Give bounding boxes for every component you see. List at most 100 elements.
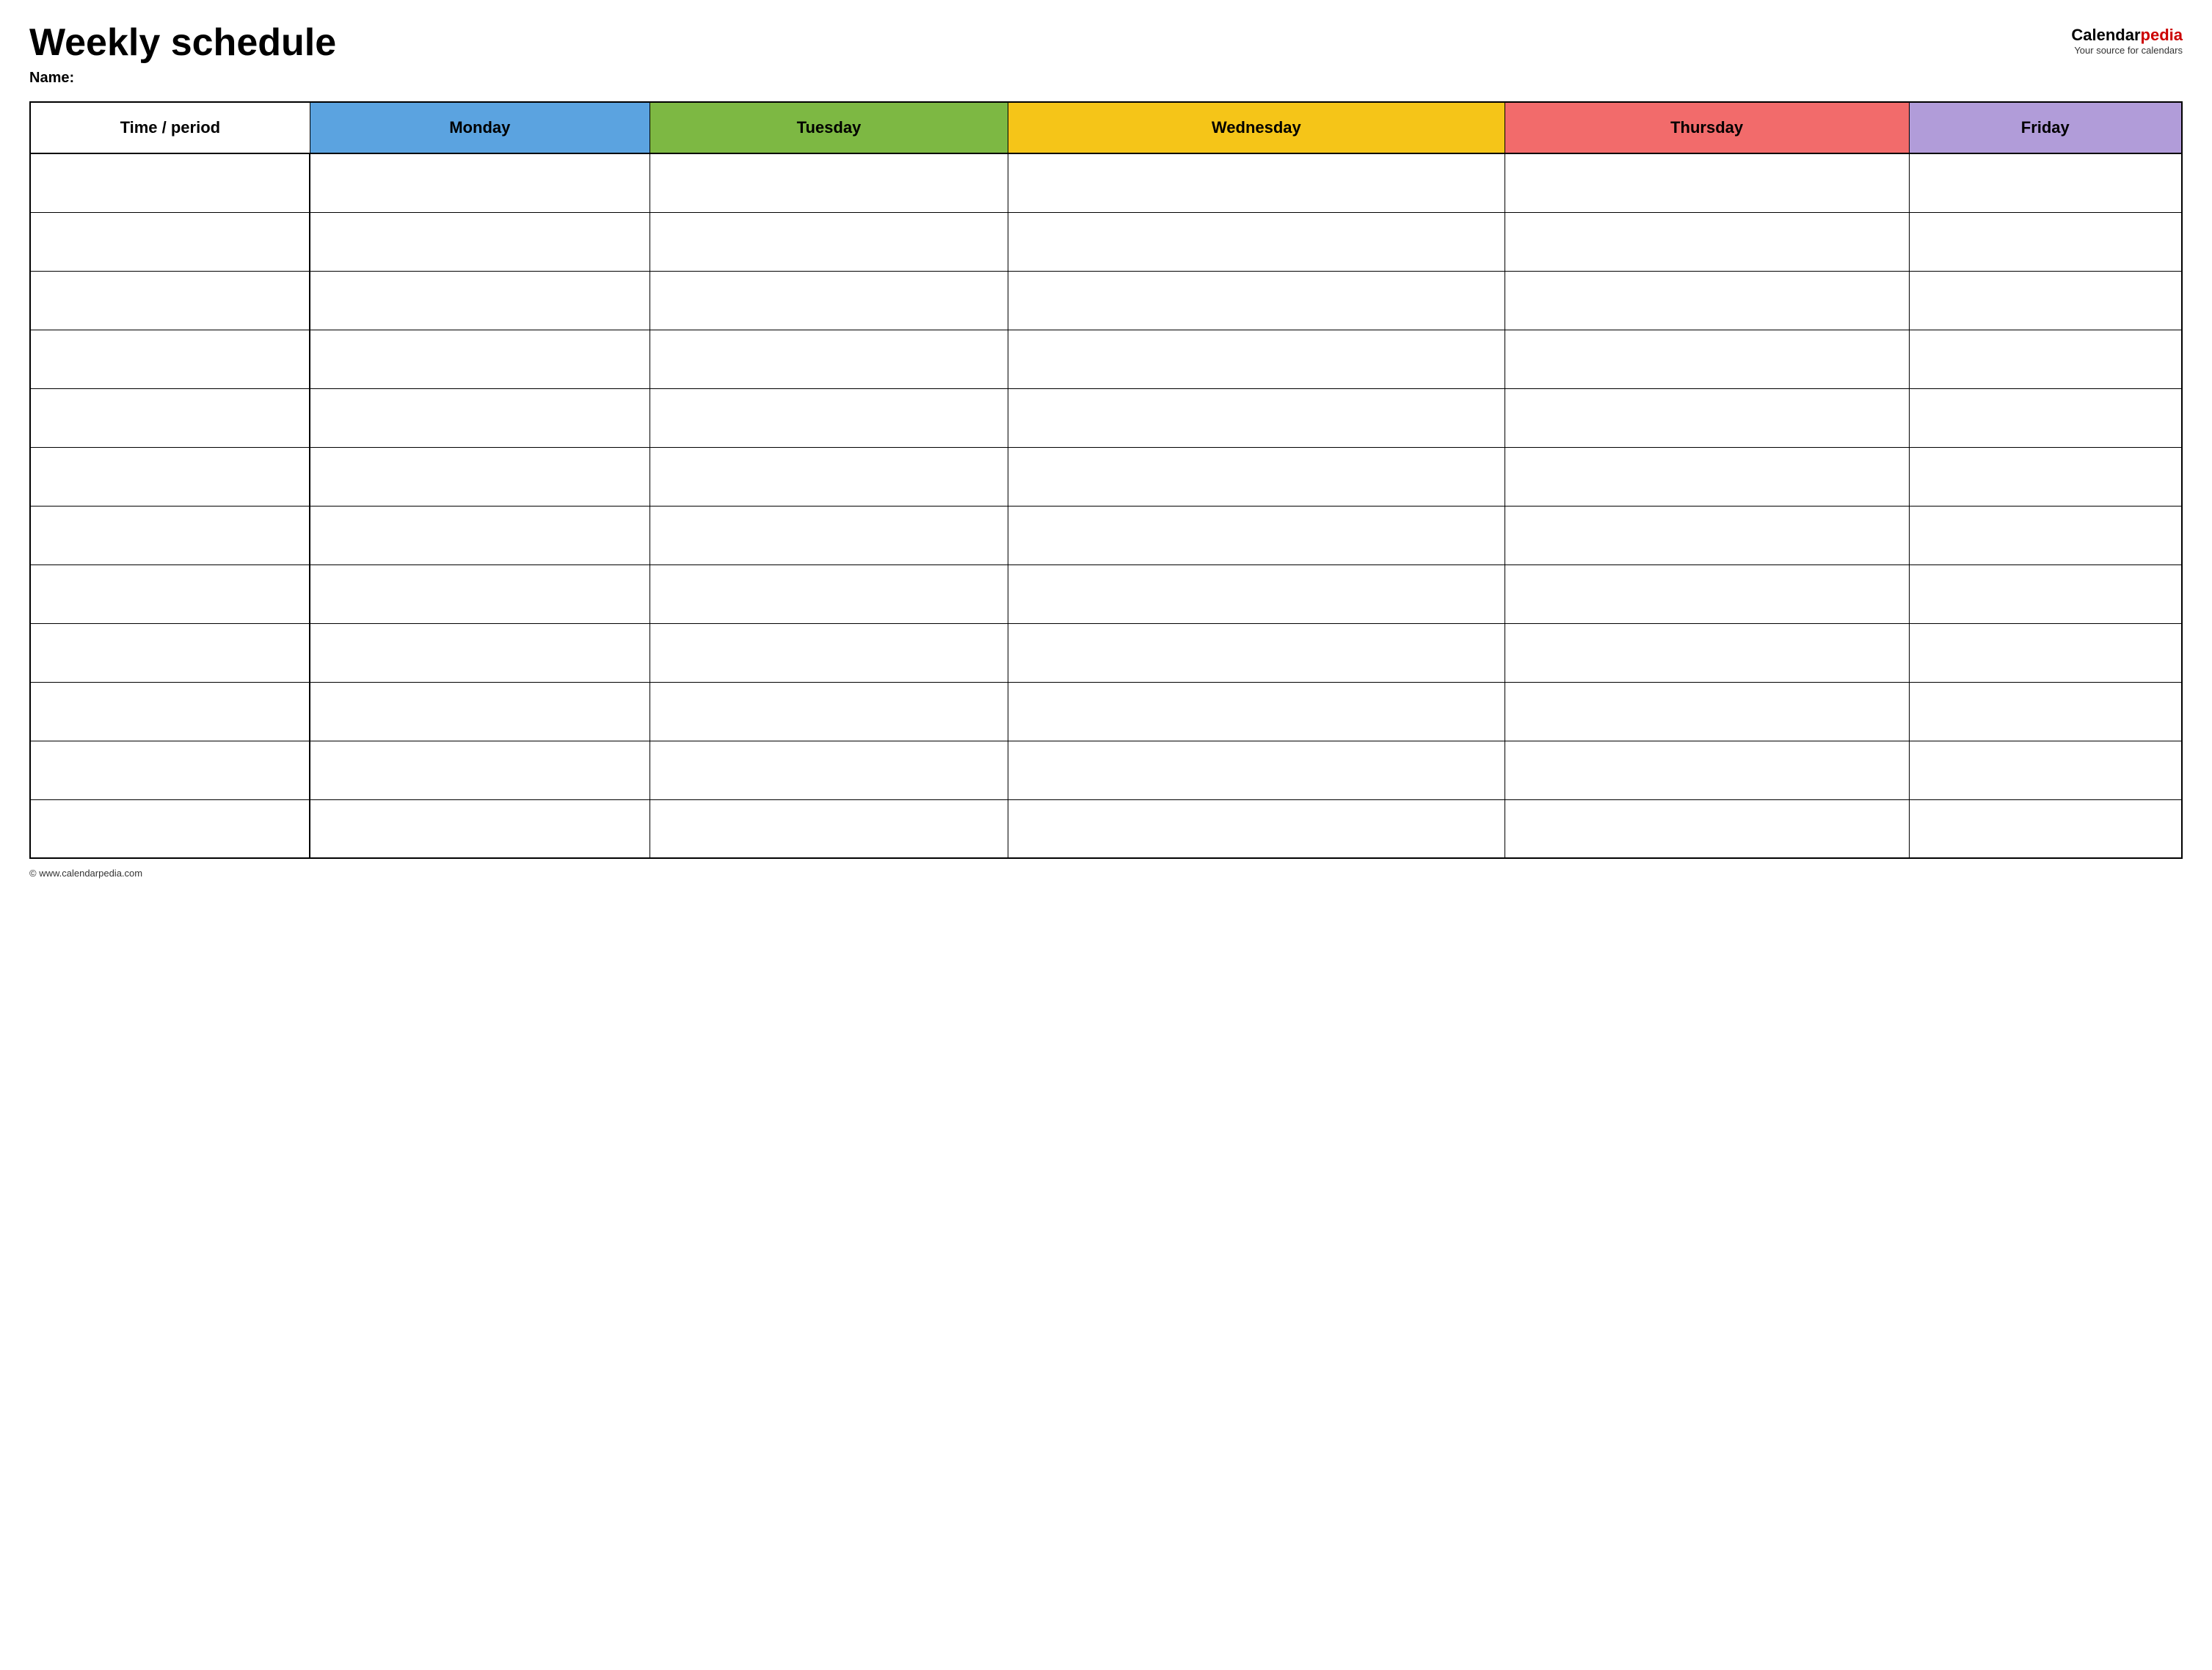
table-row	[30, 153, 2182, 212]
col-header-wednesday: Wednesday	[1008, 102, 1505, 153]
schedule-cell[interactable]	[1909, 741, 2182, 799]
table-row	[30, 741, 2182, 799]
schedule-cell[interactable]	[1008, 388, 1505, 447]
schedule-cell[interactable]	[1909, 212, 2182, 271]
time-cell[interactable]	[30, 153, 310, 212]
schedule-cell[interactable]	[1008, 506, 1505, 564]
schedule-cell[interactable]	[310, 506, 650, 564]
schedule-cell[interactable]	[1505, 564, 1909, 623]
schedule-cell[interactable]	[650, 212, 1008, 271]
schedule-cell[interactable]	[1008, 271, 1505, 330]
schedule-cell[interactable]	[650, 153, 1008, 212]
schedule-cell[interactable]	[1008, 212, 1505, 271]
schedule-cell[interactable]	[650, 799, 1008, 858]
schedule-cell[interactable]	[650, 447, 1008, 506]
schedule-cell[interactable]	[1008, 741, 1505, 799]
schedule-cell[interactable]	[1505, 682, 1909, 741]
time-cell[interactable]	[30, 330, 310, 388]
schedule-body	[30, 153, 2182, 858]
header-row: Time / period Monday Tuesday Wednesday T…	[30, 102, 2182, 153]
schedule-cell[interactable]	[310, 330, 650, 388]
schedule-cell[interactable]	[1008, 564, 1505, 623]
schedule-cell[interactable]	[650, 506, 1008, 564]
table-row	[30, 682, 2182, 741]
schedule-cell[interactable]	[310, 741, 650, 799]
table-row	[30, 388, 2182, 447]
header: Weekly schedule Name: Calendarpedia Your…	[29, 22, 2183, 87]
schedule-cell[interactable]	[1909, 153, 2182, 212]
logo-text: Calendarpedia	[2071, 26, 2183, 45]
schedule-cell[interactable]	[1909, 799, 2182, 858]
schedule-cell[interactable]	[310, 799, 650, 858]
schedule-cell[interactable]	[650, 741, 1008, 799]
col-header-thursday: Thursday	[1505, 102, 1909, 153]
time-cell[interactable]	[30, 682, 310, 741]
schedule-cell[interactable]	[1505, 153, 1909, 212]
table-row	[30, 799, 2182, 858]
schedule-cell[interactable]	[650, 564, 1008, 623]
table-row	[30, 564, 2182, 623]
schedule-table: Time / period Monday Tuesday Wednesday T…	[29, 101, 2183, 859]
schedule-cell[interactable]	[1909, 564, 2182, 623]
time-cell[interactable]	[30, 623, 310, 682]
table-row	[30, 447, 2182, 506]
schedule-cell[interactable]	[650, 388, 1008, 447]
schedule-cell[interactable]	[1909, 682, 2182, 741]
schedule-cell[interactable]	[310, 564, 650, 623]
schedule-cell[interactable]	[650, 330, 1008, 388]
schedule-cell[interactable]	[1505, 447, 1909, 506]
schedule-cell[interactable]	[310, 388, 650, 447]
time-cell[interactable]	[30, 564, 310, 623]
schedule-cell[interactable]	[310, 212, 650, 271]
schedule-cell[interactable]	[650, 682, 1008, 741]
time-cell[interactable]	[30, 271, 310, 330]
schedule-cell[interactable]	[1008, 682, 1505, 741]
schedule-cell[interactable]	[310, 447, 650, 506]
schedule-cell[interactable]	[1505, 623, 1909, 682]
footer-url: © www.calendarpedia.com	[29, 868, 142, 879]
schedule-cell[interactable]	[1505, 271, 1909, 330]
schedule-cell[interactable]	[1909, 447, 2182, 506]
schedule-cell[interactable]	[310, 623, 650, 682]
schedule-cell[interactable]	[310, 153, 650, 212]
table-row	[30, 271, 2182, 330]
name-label: Name:	[29, 70, 336, 87]
title-area: Weekly schedule Name:	[29, 22, 336, 87]
logo-calendar-text: Calendar	[2071, 26, 2140, 44]
schedule-cell[interactable]	[1505, 388, 1909, 447]
schedule-cell[interactable]	[1909, 388, 2182, 447]
col-header-tuesday: Tuesday	[650, 102, 1008, 153]
table-row	[30, 623, 2182, 682]
schedule-cell[interactable]	[650, 623, 1008, 682]
time-cell[interactable]	[30, 447, 310, 506]
table-row	[30, 330, 2182, 388]
schedule-cell[interactable]	[1008, 799, 1505, 858]
schedule-cell[interactable]	[1909, 271, 2182, 330]
col-header-friday: Friday	[1909, 102, 2182, 153]
page-title: Weekly schedule	[29, 22, 336, 64]
table-row	[30, 506, 2182, 564]
schedule-cell[interactable]	[1505, 212, 1909, 271]
time-cell[interactable]	[30, 212, 310, 271]
schedule-cell[interactable]	[1909, 623, 2182, 682]
time-cell[interactable]	[30, 506, 310, 564]
schedule-cell[interactable]	[310, 682, 650, 741]
schedule-cell[interactable]	[1008, 153, 1505, 212]
logo-area: Calendarpedia Your source for calendars	[2071, 22, 2183, 56]
schedule-cell[interactable]	[1505, 330, 1909, 388]
schedule-cell[interactable]	[310, 271, 650, 330]
schedule-cell[interactable]	[1505, 799, 1909, 858]
schedule-cell[interactable]	[1505, 741, 1909, 799]
schedule-cell[interactable]	[1909, 330, 2182, 388]
time-cell[interactable]	[30, 799, 310, 858]
time-cell[interactable]	[30, 741, 310, 799]
schedule-cell[interactable]	[1008, 447, 1505, 506]
schedule-cell[interactable]	[1909, 506, 2182, 564]
time-cell[interactable]	[30, 388, 310, 447]
schedule-cell[interactable]	[1505, 506, 1909, 564]
schedule-cell[interactable]	[1008, 330, 1505, 388]
logo-tagline: Your source for calendars	[2071, 45, 2183, 56]
schedule-cell[interactable]	[650, 271, 1008, 330]
schedule-cell[interactable]	[1008, 623, 1505, 682]
footer: © www.calendarpedia.com	[29, 868, 2183, 879]
